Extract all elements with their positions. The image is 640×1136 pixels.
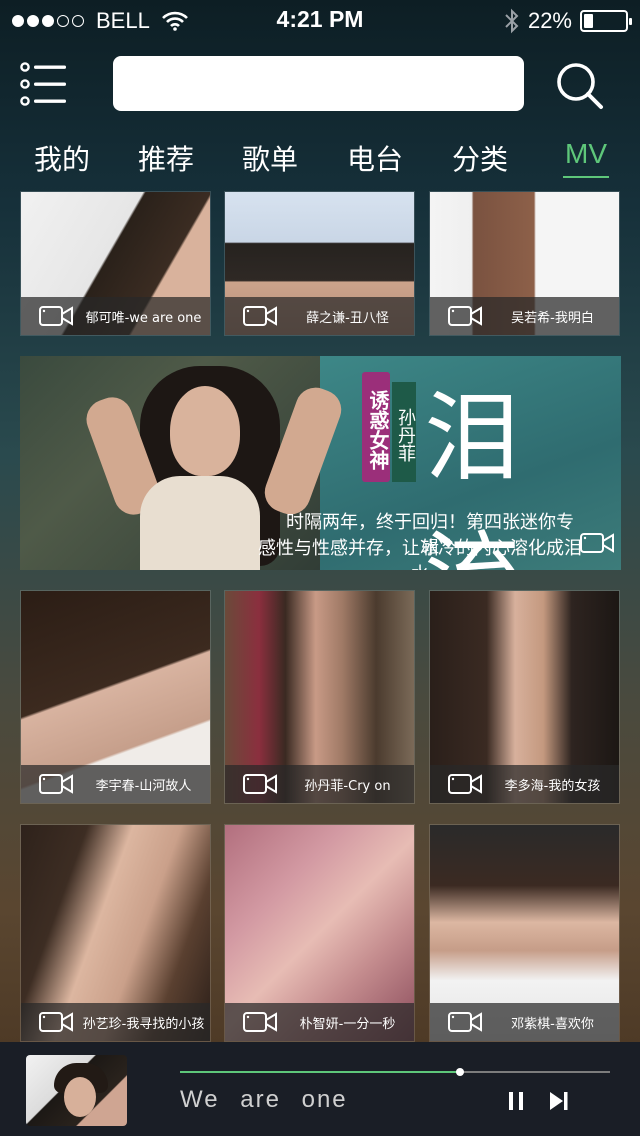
mv-caption: 薛之谦-丑八怪 — [225, 297, 414, 335]
banner-face — [170, 386, 240, 476]
video-camera-icon — [243, 306, 277, 326]
mv-card[interactable]: 郁可唯-we are one — [20, 191, 211, 336]
video-camera-icon — [448, 1012, 482, 1032]
mv-card[interactable]: 孙艺珍-我寻找的小孩 — [20, 824, 211, 1042]
video-camera-icon — [243, 1012, 277, 1032]
menu-list-icon[interactable] — [20, 62, 68, 106]
mv-title: 朴智妍-一分一秒 — [299, 1017, 396, 1032]
mv-card[interactable]: 朴智妍-一分一秒 — [224, 824, 415, 1042]
mv-caption: 李多海-我的女孩 — [430, 765, 619, 803]
featured-banner[interactable]: 诱惑女神 孙丹菲 泪流 时隔两年，终于回归！第四张迷你专辑 感性与性感并存，让冰… — [20, 356, 621, 570]
mv-card[interactable]: 吴若希-我明白 — [429, 191, 620, 336]
mv-caption: 李宇春-山河故人 — [21, 765, 210, 803]
banner-tag: 诱惑女神 — [362, 372, 390, 482]
mv-caption: 邓紫棋-喜欢你 — [430, 1003, 619, 1041]
mv-title: 郁可唯-we are one — [85, 311, 202, 326]
pause-icon[interactable] — [507, 1090, 525, 1112]
mv-card[interactable]: 薛之谦-丑八怪 — [224, 191, 415, 336]
mv-title: 李宇春-山河故人 — [95, 779, 192, 794]
mv-caption: 郁可唯-we are one — [21, 297, 210, 335]
mv-card[interactable]: 孙丹菲-Cry on — [224, 590, 415, 804]
mv-title: 孙艺珍-我寻找的小孩 — [82, 1017, 205, 1032]
mv-caption: 孙艺珍-我寻找的小孩 — [21, 1003, 210, 1041]
mv-caption: 孙丹菲-Cry on — [225, 765, 414, 803]
mv-caption: 吴若希-我明白 — [430, 297, 619, 335]
status-bar: BELL 4:21 PM 22% — [0, 0, 640, 40]
video-camera-icon — [39, 774, 73, 794]
mv-title: 薛之谦-丑八怪 — [306, 311, 389, 326]
search-input[interactable] — [113, 56, 524, 111]
mv-title: 孙丹菲-Cry on — [304, 779, 391, 794]
progress-played — [180, 1071, 460, 1073]
video-camera-icon — [448, 774, 482, 794]
video-camera-icon — [243, 774, 277, 794]
battery-icon — [580, 10, 632, 32]
album-art-face — [64, 1077, 96, 1117]
album-art[interactable] — [26, 1055, 127, 1126]
video-camera-icon — [448, 306, 482, 326]
mv-title: 邓紫棋-喜欢你 — [511, 1017, 594, 1032]
category-tabs: 我的 推荐 歌单 电台 分类 MV — [0, 138, 640, 182]
next-track-icon[interactable] — [548, 1090, 570, 1112]
mv-card[interactable]: 邓紫棋-喜欢你 — [429, 824, 620, 1042]
battery-fill — [584, 14, 593, 28]
progress-knob[interactable] — [455, 1068, 464, 1076]
now-playing-title: We are one — [180, 1086, 348, 1113]
video-camera-icon — [39, 1012, 73, 1032]
mv-card[interactable]: 李宇春-山河故人 — [20, 590, 211, 804]
tab-playlists[interactable]: 歌单 — [242, 138, 298, 178]
banner-subtitle: 感性与性感并存，让冰冷的内心溶化成泪水 — [258, 538, 582, 570]
status-right: 22% — [504, 8, 632, 34]
playback-progress[interactable] — [180, 1068, 610, 1076]
mv-caption: 朴智妍-一分一秒 — [225, 1003, 414, 1041]
tab-mv[interactable]: MV — [563, 138, 609, 178]
banner-body — [140, 476, 260, 570]
search-icon[interactable] — [554, 60, 604, 110]
video-camera-icon — [580, 533, 614, 553]
banner-artist: 孙丹菲 — [392, 382, 416, 482]
mv-title: 李多海-我的女孩 — [504, 779, 601, 794]
mv-card[interactable]: 李多海-我的女孩 — [429, 590, 620, 804]
tab-radio[interactable]: 电台 — [347, 138, 403, 178]
mv-title: 吴若希-我明白 — [511, 311, 594, 326]
tab-mine[interactable]: 我的 — [34, 138, 90, 178]
tab-recommend[interactable]: 推荐 — [138, 138, 194, 178]
battery-percent: 22% — [527, 8, 572, 33]
bluetooth-icon — [505, 8, 519, 34]
video-camera-icon — [39, 306, 73, 326]
tab-categories[interactable]: 分类 — [452, 138, 508, 178]
